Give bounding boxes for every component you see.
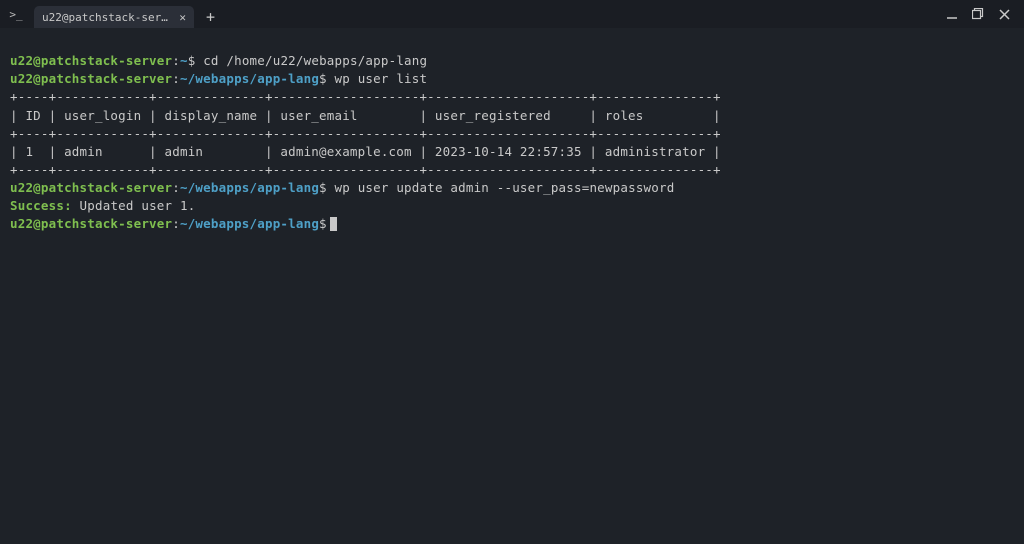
prompt-user-host: u22@patchstack-server: [10, 71, 172, 86]
table-header: | ID | user_login | display_name | user_…: [10, 108, 721, 123]
tab-active[interactable]: u22@patchstack-server: ~/webapps ✕: [34, 6, 194, 28]
table-rule: +----+------------+--------------+------…: [10, 162, 721, 177]
prompt-colon: :: [172, 71, 180, 86]
success-label: Success:: [10, 198, 72, 213]
prompt-path: ~: [180, 53, 188, 68]
command-wp-user-update: wp user update admin --user_pass=newpass…: [335, 180, 675, 195]
success-message: Updated user 1.: [72, 198, 196, 213]
terminal-area[interactable]: u22@patchstack-server:~$ cd /home/u22/we…: [0, 28, 1024, 239]
table-row: | 1 | admin | admin | admin@example.com …: [10, 144, 721, 159]
tab-title: u22@patchstack-server: ~/webapps: [42, 11, 171, 24]
prompt-user-host: u22@patchstack-server: [10, 180, 172, 195]
prompt-colon: :: [172, 180, 180, 195]
table-rule: +----+------------+--------------+------…: [10, 89, 721, 104]
prompt-path: ~/webapps/app-lang: [180, 71, 319, 86]
prompt-dollar: $: [319, 180, 327, 195]
table-rule: +----+------------+--------------+------…: [10, 126, 721, 141]
minimize-button[interactable]: [944, 6, 960, 22]
titlebar: >_ u22@patchstack-server: ~/webapps ✕ +: [0, 0, 1024, 28]
prompt-dollar: $: [319, 71, 327, 86]
window-controls: [944, 6, 1018, 22]
titlebar-left: >_ u22@patchstack-server: ~/webapps ✕ +: [6, 0, 944, 28]
prompt-colon: :: [172, 216, 180, 231]
prompt-path: ~/webapps/app-lang: [180, 216, 319, 231]
command-cd: cd /home/u22/webapps/app-lang: [203, 53, 427, 68]
cursor: [330, 217, 337, 231]
prompt-colon: :: [172, 53, 180, 68]
prompt-dollar: $: [319, 216, 327, 231]
new-tab-button[interactable]: +: [198, 6, 223, 28]
prompt-user-host: u22@patchstack-server: [10, 53, 172, 68]
terminal-icon: >_: [6, 4, 26, 24]
prompt-dollar: $: [188, 53, 196, 68]
command-wp-user-list: wp user list: [335, 71, 428, 86]
close-button[interactable]: [996, 6, 1012, 22]
maximize-button[interactable]: [970, 6, 986, 22]
prompt-path: ~/webapps/app-lang: [180, 180, 319, 195]
prompt-user-host: u22@patchstack-server: [10, 216, 172, 231]
tab-close-icon[interactable]: ✕: [179, 12, 186, 23]
